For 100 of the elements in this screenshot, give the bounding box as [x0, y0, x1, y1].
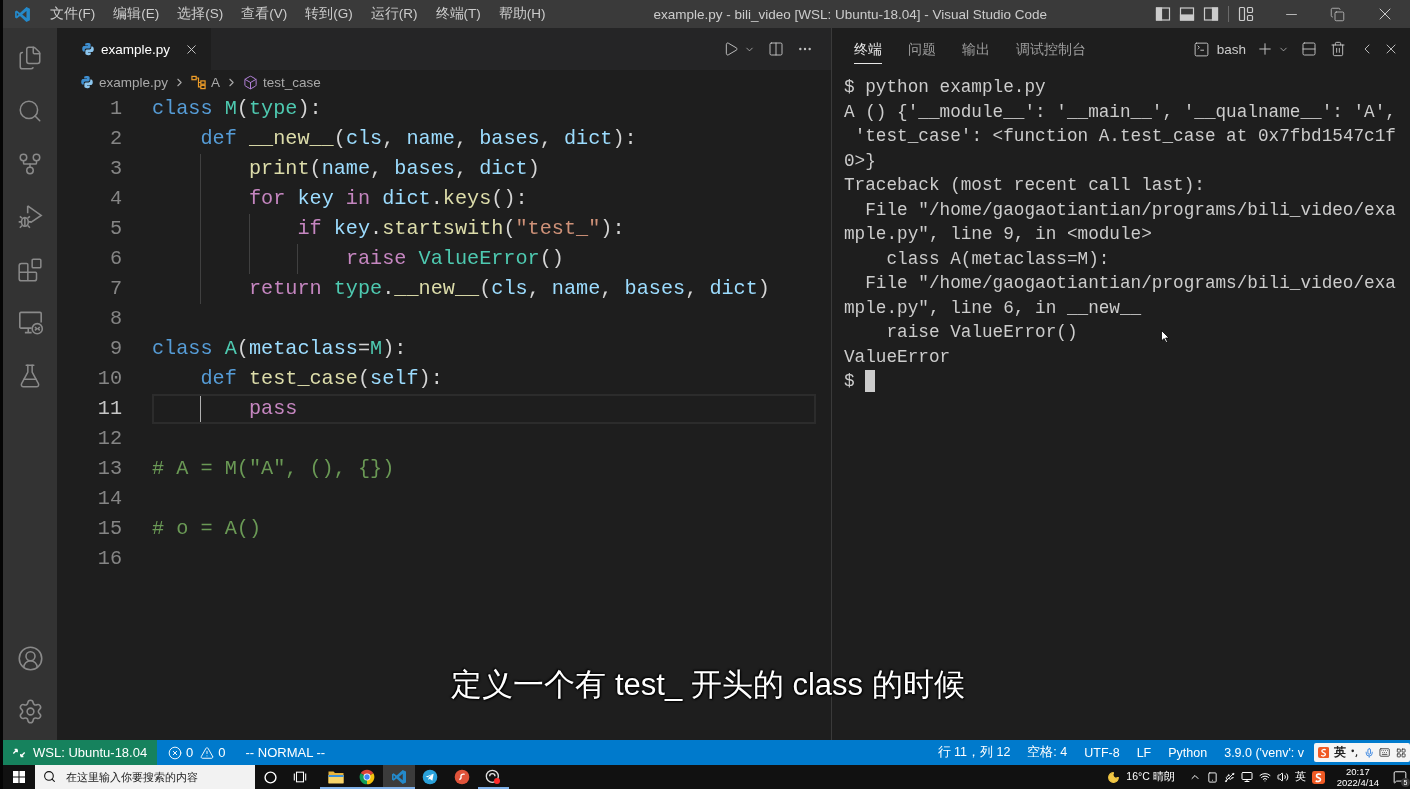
keyboard-icon[interactable]: [1379, 746, 1391, 759]
split-editor-icon[interactable]: [768, 41, 784, 57]
split-terminal-icon[interactable]: [1301, 41, 1317, 57]
status-item[interactable]: 行 11，列 12: [937, 744, 1011, 761]
line-number: 1: [108, 96, 123, 122]
line-number: 2: [108, 126, 123, 152]
monitor-connection-icon[interactable]: [16, 309, 44, 336]
status-item[interactable]: LF: [1136, 745, 1152, 760]
ring-dot-icon: [485, 769, 502, 785]
terminal-output-line: Traceback (most recent call last):: [844, 174, 1205, 197]
terminal-shell-button[interactable]: bash: [1192, 40, 1246, 58]
wifi-icon[interactable]: [1258, 771, 1271, 783]
menu-item[interactable]: 运行(R): [370, 5, 418, 23]
volume-icon[interactable]: [1276, 771, 1289, 783]
terminal-output-line: mple.py", line 6, in __new__: [844, 296, 1142, 320]
code-line: # A = M("A", (), {}): [152, 456, 395, 482]
window-title: example.py - bili_video [WSL: Ubuntu-18.04] - Visual Studio Code: [653, 6, 1048, 22]
remote-indicator-button[interactable]: WSL: Ubuntu-18.04: [3, 740, 157, 765]
video-subtitle: 定义一个有 test_ 开头的 class 的时候: [451, 666, 965, 704]
error-count: 0: [186, 745, 194, 760]
microphone-icon[interactable]: [1364, 746, 1375, 759]
code-line: class M(type):: [152, 96, 322, 122]
paper-plane-icon: [422, 769, 439, 785]
files-icon[interactable]: [17, 44, 43, 71]
breadcrumb-item[interactable]: example.py: [99, 74, 169, 90]
python-file-icon: [81, 42, 95, 56]
line-number: 8: [108, 306, 123, 332]
trash-icon[interactable]: [1330, 41, 1346, 57]
windows-logo-icon: [13, 771, 25, 783]
code-editor-logo-icon: [390, 769, 407, 785]
terminal-output-line: raise ValueError(): [886, 321, 1078, 344]
customize-layout-icon[interactable]: [1238, 6, 1254, 22]
line-number: 4: [108, 186, 123, 212]
panel-tab[interactable]: 调试控制台: [1016, 34, 1086, 64]
panel-tab[interactable]: 输出: [962, 34, 990, 64]
panel-tab[interactable]: 终端: [854, 34, 882, 64]
input-language-toggle[interactable]: 英: [1334, 744, 1347, 761]
toggle-secondary-sidebar-icon[interactable]: [1203, 6, 1219, 22]
status-item[interactable]: 3.9.0 ('venv': v: [1224, 745, 1304, 760]
restore-icon[interactable]: [1329, 6, 1345, 22]
terminal-output-line: File "/home/gaogaotiantian/programs/bili_video/exa: [865, 198, 1396, 222]
notification-icon[interactable]: [1393, 770, 1407, 784]
menu-item[interactable]: 转到(G): [305, 5, 353, 23]
line-number: 9: [108, 336, 123, 362]
toggle-sidebar-icon[interactable]: [1155, 6, 1171, 22]
browser-icon: [359, 769, 376, 785]
code-line: if key.startswith("test_"):: [297, 216, 625, 242]
account-icon[interactable]: [16, 645, 44, 672]
moon-icon: [1107, 770, 1121, 784]
plus-icon[interactable]: [1256, 40, 1274, 58]
terminal-output-line: A () {'__module__': '__main__', '__qualname__': 'A',: [844, 100, 1396, 124]
toggle-panel-icon[interactable]: [1179, 6, 1195, 22]
taskbar-search-field[interactable]: 在这里输入你要搜索的内容: [35, 765, 255, 789]
panel-tab[interactable]: 问题: [908, 34, 936, 64]
terminal-prompt: $: [844, 370, 855, 393]
code-line: return type.__new__(cls, name, bases, dict): [248, 276, 770, 302]
run-icon[interactable]: [723, 41, 739, 57]
editor-tab[interactable]: example.py: [57, 28, 212, 70]
terminal-output-line: 'test_case': <function A.test_case at 0x7fbd1547c1f: [854, 125, 1396, 148]
menu-item[interactable]: 终端(T): [435, 5, 481, 23]
grid-icon[interactable]: [1395, 746, 1406, 759]
input-method-logo-icon[interactable]: [1311, 770, 1325, 784]
folder-icon: [327, 770, 344, 784]
punctuation-icon[interactable]: [1351, 747, 1359, 758]
status-item[interactable]: Python: [1168, 745, 1208, 760]
warning-icon: [200, 745, 215, 760]
tablet-icon[interactable]: [1206, 771, 1218, 783]
clock[interactable]: 20:17 2022/4/14: [1336, 766, 1379, 788]
input-language-indicator[interactable]: 英: [1294, 770, 1306, 784]
bug-play-icon[interactable]: [16, 203, 44, 230]
line-number: 7: [108, 276, 123, 302]
code-line: pass: [248, 396, 298, 422]
breadcrumb-item[interactable]: A: [211, 74, 221, 90]
menu-item[interactable]: 文件(F): [50, 5, 96, 23]
menu-item[interactable]: 选择(S): [177, 5, 224, 23]
terminal-icon: [1192, 40, 1210, 58]
code-line: for key in dict.keys():: [248, 186, 528, 212]
class-symbol-icon: [191, 74, 207, 90]
terminal-output-line: File "/home/gaogaotiantian/programs/bili_video/exa: [865, 272, 1396, 295]
source-control-icon[interactable]: [17, 150, 43, 177]
line-number: 14: [96, 486, 123, 512]
error-icon: [168, 745, 182, 760]
usb-icon[interactable]: [1223, 771, 1235, 783]
line-number: 15: [96, 516, 123, 542]
terminal-output-line: $ python example.py: [844, 76, 1046, 99]
monitor-icon[interactable]: [1240, 771, 1253, 783]
breadcrumb-item[interactable]: test_case: [263, 74, 321, 90]
menu-item[interactable]: 查看(V): [241, 5, 288, 23]
status-item[interactable]: 空格: 4: [1027, 744, 1068, 761]
warning-count: 0: [218, 745, 226, 760]
line-number: 11: [96, 396, 123, 422]
task-view-icon: [293, 770, 307, 784]
problems-button[interactable]: 0 0: [157, 745, 236, 760]
extensions-icon[interactable]: [17, 256, 43, 283]
status-item[interactable]: UTF-8: [1084, 745, 1120, 760]
weather-text[interactable]: 16°C 晴朗: [1126, 770, 1175, 784]
code-line: class A(metaclass=M):: [152, 336, 407, 362]
code-line: print(name, bases, dict): [248, 156, 540, 182]
menu-item[interactable]: 编辑(E): [113, 5, 160, 23]
menu-item[interactable]: 帮助(H): [498, 5, 546, 23]
